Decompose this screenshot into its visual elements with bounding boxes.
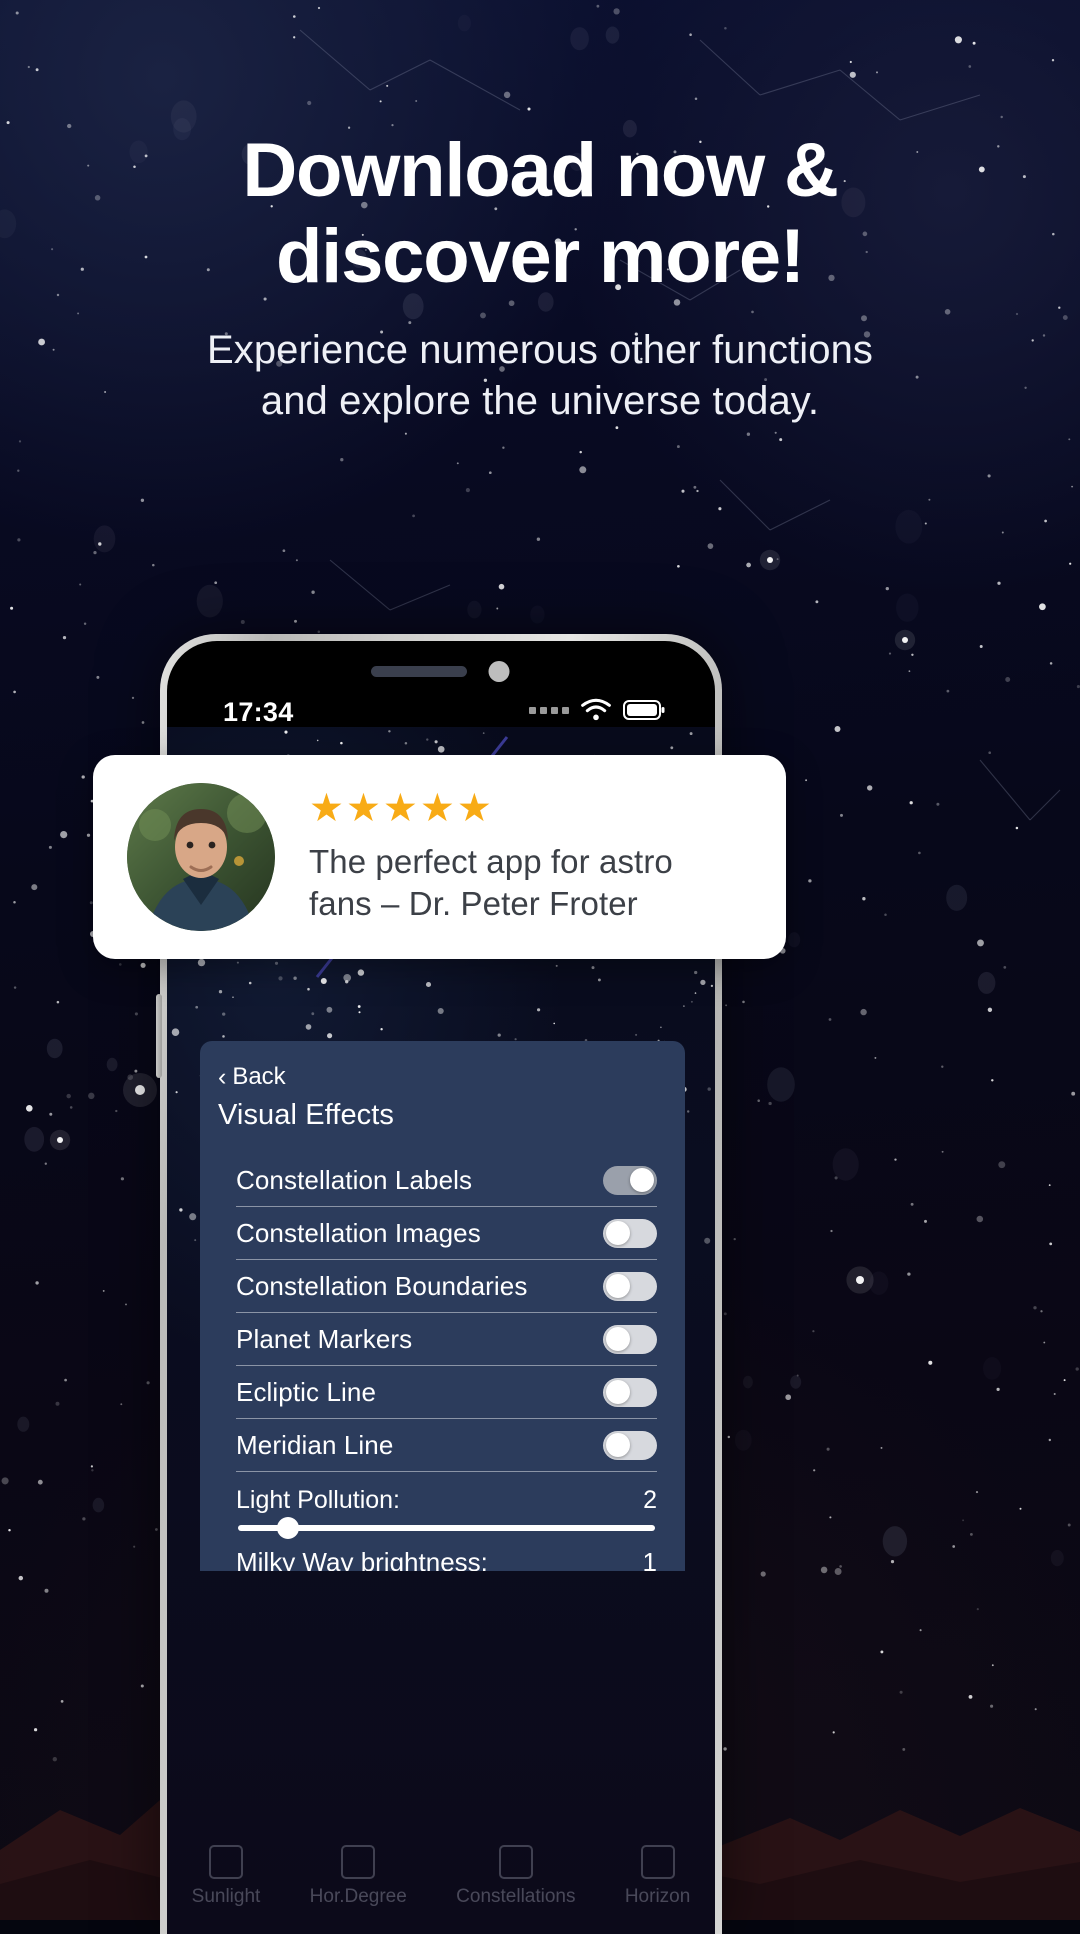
toggle-constellation-images[interactable] <box>603 1218 657 1248</box>
row-label: Planet Markers <box>236 1323 413 1354</box>
phone-side-button[interactable] <box>156 994 162 1078</box>
sun-icon <box>208 1845 243 1879</box>
row-label: Ecliptic Line <box>236 1376 377 1407</box>
settings-row[interactable]: Ecliptic Line <box>236 1366 657 1419</box>
bottom-bar-label: Horizon <box>624 1886 691 1907</box>
review-text-line-2: fans – Dr. Peter Froter <box>309 885 638 922</box>
status-bar-icons <box>529 698 665 722</box>
avatar <box>127 783 275 931</box>
row-value: 1 <box>642 1547 657 1571</box>
row-label: Milky Way brightness: <box>236 1547 488 1571</box>
review-text-line-1: The perfect app for astro <box>309 843 673 881</box>
back-label: Back <box>232 1063 286 1090</box>
bottom-bar-item-horizon[interactable]: Horizon <box>625 1845 690 1908</box>
slider-knob[interactable] <box>277 1517 300 1539</box>
light-pollution-slider[interactable] <box>238 1517 655 1539</box>
toggle-ecliptic-line[interactable] <box>603 1377 657 1407</box>
earpiece-speaker <box>371 666 467 677</box>
review-card: ★★★★★ The perfect app for astro fans – D… <box>93 755 786 959</box>
front-camera <box>488 661 510 682</box>
bottom-bar-label: Hor.Degree <box>309 1886 407 1907</box>
wifi-icon <box>581 698 611 721</box>
battery-icon <box>623 700 665 720</box>
horizon-icon <box>640 1845 675 1879</box>
constellation-icon <box>498 1845 533 1879</box>
visual-effects-settings-panel: ‹ Back Visual Effects Constellation Labe… <box>200 1041 685 1571</box>
bottom-bar-label: Constellations <box>456 1886 576 1907</box>
headline-line-1: Download now & <box>242 128 839 213</box>
settings-row[interactable]: Meridian Line <box>236 1419 657 1472</box>
map-bottom-toolbar: Sunlight Hor.Degree Constellations Horiz… <box>167 1845 715 1908</box>
horizon-degree-icon <box>341 1845 376 1879</box>
bottom-bar-item-sunlight[interactable]: Sunlight <box>191 1845 261 1908</box>
bottom-bar-label: Sunlight <box>191 1886 261 1907</box>
light-pollution-slider-row: Light Pollution: 2 <box>200 1472 685 1539</box>
star-rating: ★★★★★ <box>309 787 494 831</box>
slider-value: 2 <box>643 1486 657 1514</box>
page-headline: Download now & discover more! <box>0 128 1080 300</box>
settings-row[interactable]: Constellation Images <box>236 1207 657 1260</box>
row-label: Meridian Line <box>236 1429 394 1460</box>
toggle-meridian-line[interactable] <box>603 1430 657 1460</box>
headline-line-2: discover more! <box>275 213 805 299</box>
signal-dots-icon <box>529 706 569 714</box>
page-subheadline: Experience numerous other functions and … <box>206 328 874 423</box>
toggle-list: Constellation Labels Constellation Image… <box>200 1154 685 1472</box>
chevron-left-icon: ‹ <box>218 1062 227 1091</box>
bottom-bar-item-constellations[interactable]: Constellations <box>456 1845 576 1908</box>
back-button[interactable]: ‹ Back <box>200 1063 685 1091</box>
review-content: ★★★★★ The perfect app for astro fans – D… <box>309 789 673 924</box>
panel-title: Visual Effects <box>218 1099 395 1131</box>
settings-row[interactable]: Planet Markers <box>236 1313 657 1366</box>
toggle-constellation-labels[interactable] <box>603 1165 657 1195</box>
bottom-bar-item-hor-degree[interactable]: Hor.Degree <box>310 1845 407 1908</box>
toggle-constellation-boundaries[interactable] <box>603 1271 657 1301</box>
slider-label: Light Pollution: <box>236 1486 401 1514</box>
row-label: Constellation Boundaries <box>236 1270 528 1301</box>
user-avatar-photo <box>127 783 275 931</box>
row-label: Constellation Images <box>236 1217 481 1248</box>
settings-row[interactable]: Constellation Boundaries <box>236 1260 657 1313</box>
settings-row[interactable]: Constellation Labels <box>236 1154 657 1207</box>
status-bar-time: 17:34 <box>223 697 294 727</box>
milky-way-brightness-row[interactable]: Milky Way brightness: 1 <box>200 1531 685 1571</box>
phone-status-bar: 17:34 <box>167 641 715 733</box>
row-label: Constellation Labels <box>236 1164 473 1195</box>
toggle-planet-markers[interactable] <box>603 1324 657 1354</box>
